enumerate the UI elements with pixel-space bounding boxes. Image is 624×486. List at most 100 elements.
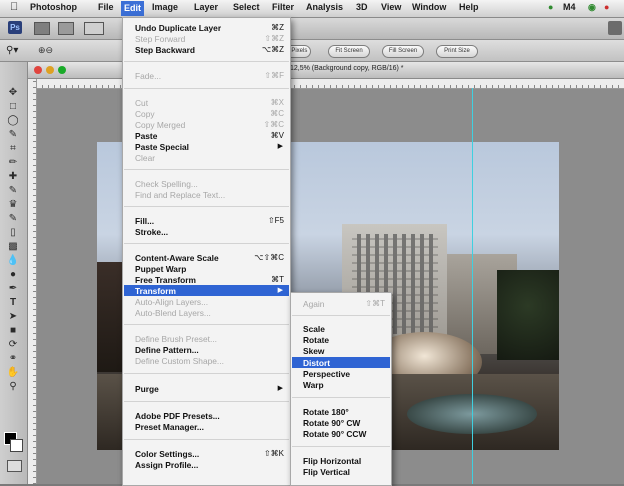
status-icon[interactable]: ●: [548, 2, 553, 12]
close-window-button[interactable]: [34, 66, 42, 74]
menu-item-adobe-pdf-presets[interactable]: Adobe PDF Presets...: [135, 411, 220, 421]
move-tool-icon[interactable]: ✥: [5, 86, 21, 99]
menu-view[interactable]: View: [381, 2, 401, 12]
menu-item-distort[interactable]: Distort: [303, 358, 330, 368]
menu-help[interactable]: Help: [459, 2, 479, 12]
menu-item-assign-profile[interactable]: Assign Profile...: [135, 460, 198, 470]
menu-item-auto-blend[interactable]: Auto-Blend Layers...: [135, 308, 211, 318]
menu-item-copy-merged[interactable]: Copy Merged: [135, 120, 185, 130]
dodge-tool-icon[interactable]: ●: [5, 268, 21, 281]
fill-screen-button[interactable]: Fill Screen: [382, 45, 424, 58]
menu-item-define-brush[interactable]: Define Brush Preset...: [135, 334, 217, 344]
status-m4[interactable]: M4: [563, 2, 576, 12]
shortcut-content-aware-scale: ⌥⇧⌘C: [254, 253, 284, 262]
menu-item-paste[interactable]: Paste: [135, 131, 157, 141]
brush-tool-icon[interactable]: ✎: [5, 184, 21, 197]
menu-item-check-spelling[interactable]: Check Spelling...: [135, 179, 198, 189]
menu-item-warp[interactable]: Warp: [303, 380, 324, 390]
menu-item-preset-manager[interactable]: Preset Manager...: [135, 422, 204, 432]
menu-window[interactable]: Window: [412, 2, 446, 12]
menu-item-fade[interactable]: Fade...: [135, 71, 161, 81]
menu-select[interactable]: Select: [233, 2, 260, 12]
menu-item-rotate-180[interactable]: Rotate 180°: [303, 407, 349, 417]
menu-item-purge[interactable]: Purge: [135, 384, 159, 394]
vertical-ruler[interactable]: [28, 79, 37, 484]
menu-layer[interactable]: Layer: [194, 2, 218, 12]
hand-tool-icon[interactable]: ✋: [5, 366, 21, 379]
menu-file[interactable]: File: [98, 2, 114, 12]
vertical-guide-line[interactable]: [472, 88, 473, 484]
menu-item-step-forward[interactable]: Step Forward: [135, 34, 185, 44]
menu-item-step-backward[interactable]: Step Backward: [135, 45, 195, 55]
submenu-arrow-icon: ▶: [277, 385, 283, 392]
3d-rotate-tool-icon[interactable]: ⟳: [5, 338, 21, 351]
minimize-window-button[interactable]: [46, 66, 54, 74]
background-color-swatch[interactable]: [10, 439, 23, 452]
menu-item-copy[interactable]: Copy: [135, 109, 155, 119]
quick-mask-icon[interactable]: [7, 460, 22, 472]
tools-panel: ✥ □ ◯ ✎ ⌗ ✏ ✚ ✎ ♛ ✎ ▯ ▩ 💧 ● ✒ T ➤ ■ ⟳ ⚭ …: [0, 62, 28, 484]
blur-tool-icon[interactable]: 💧: [5, 254, 21, 267]
menu-item-puppet-warp[interactable]: Puppet Warp: [135, 264, 186, 274]
menu-item-skew[interactable]: Skew: [303, 346, 324, 356]
menu-item-define-pattern[interactable]: Define Pattern...: [135, 345, 199, 355]
menu-item-paste-special[interactable]: Paste Special: [135, 142, 189, 152]
marquee-tool-icon[interactable]: □: [5, 100, 21, 113]
menu-item-define-custom-shape[interactable]: Define Custom Shape...: [135, 356, 224, 366]
zoom-tool-icon[interactable]: ⚲▾: [6, 44, 26, 57]
menu-item-clear[interactable]: Clear: [135, 153, 155, 163]
menu-item-content-aware-scale[interactable]: Content-Aware Scale: [135, 253, 219, 263]
menu-item-flip-vertical[interactable]: Flip Vertical: [303, 467, 350, 477]
clone-stamp-tool-icon[interactable]: ♛: [5, 198, 21, 211]
arrange-documents-icon[interactable]: [84, 22, 104, 35]
healing-tool-icon[interactable]: ✚: [5, 170, 21, 183]
zoom-window-button[interactable]: [58, 66, 66, 74]
menu-item-scale[interactable]: Scale: [303, 324, 325, 334]
eyedropper-tool-icon[interactable]: ✏: [5, 156, 21, 169]
workspace-switcher-button[interactable]: [608, 21, 622, 35]
menu-item-fill[interactable]: Fill...: [135, 216, 154, 226]
menu-item-rotate-90-ccw[interactable]: Rotate 90° CCW: [303, 429, 366, 439]
menu-separator: [124, 401, 289, 402]
menu-3d[interactable]: 3D: [356, 2, 368, 12]
fit-screen-button[interactable]: Fit Screen: [328, 45, 370, 58]
wifi-icon[interactable]: ◉: [588, 2, 596, 13]
menu-item-auto-align[interactable]: Auto-Align Layers...: [135, 297, 208, 307]
menu-edit[interactable]: Edit: [121, 1, 144, 16]
menu-item-rotate[interactable]: Rotate: [303, 335, 329, 345]
menu-item-free-transform[interactable]: Free Transform: [135, 275, 196, 285]
print-size-button[interactable]: Print Size: [436, 45, 478, 58]
path-selection-tool-icon[interactable]: ➤: [5, 310, 21, 323]
menu-item-again[interactable]: Again: [303, 299, 324, 309]
menu-filter[interactable]: Filter: [272, 2, 294, 12]
menu-photoshop[interactable]: Photoshop: [30, 2, 77, 12]
clock-icon[interactable]: ●: [604, 2, 609, 12]
menu-item-flip-horizontal[interactable]: Flip Horizontal: [303, 456, 361, 466]
apple-icon[interactable]: : [10, 1, 18, 13]
lasso-tool-icon[interactable]: ◯: [5, 114, 21, 127]
3d-orbit-tool-icon[interactable]: ⚭: [5, 352, 21, 365]
menu-image[interactable]: Image: [152, 2, 178, 12]
bridge-icon[interactable]: [34, 22, 50, 35]
menu-item-stroke[interactable]: Stroke...: [135, 227, 168, 237]
menu-separator: [292, 397, 390, 398]
menu-item-transform[interactable]: Transform: [135, 286, 176, 296]
crop-tool-icon[interactable]: ⌗: [5, 142, 21, 155]
menu-analysis[interactable]: Analysis: [306, 2, 343, 12]
zoom-in-out-icon[interactable]: ⊕⊖: [38, 44, 62, 57]
zoom-tool-panel-icon[interactable]: ⚲: [5, 380, 21, 393]
type-tool-icon[interactable]: T: [5, 296, 21, 309]
eraser-tool-icon[interactable]: ▯: [5, 226, 21, 239]
menu-item-color-settings[interactable]: Color Settings...: [135, 449, 199, 459]
shape-tool-icon[interactable]: ■: [5, 324, 21, 337]
menu-item-find-replace[interactable]: Find and Replace Text...: [135, 190, 225, 200]
menu-item-rotate-90-cw[interactable]: Rotate 90° CW: [303, 418, 360, 428]
gradient-tool-icon[interactable]: ▩: [5, 240, 21, 253]
menu-item-undo[interactable]: Undo Duplicate Layer: [135, 23, 221, 33]
pen-tool-icon[interactable]: ✒: [5, 282, 21, 295]
quick-select-tool-icon[interactable]: ✎: [5, 128, 21, 141]
minibridge-icon[interactable]: [58, 22, 74, 35]
menu-item-perspective[interactable]: Perspective: [303, 369, 350, 379]
menu-item-cut[interactable]: Cut: [135, 98, 148, 108]
history-brush-tool-icon[interactable]: ✎: [5, 212, 21, 225]
